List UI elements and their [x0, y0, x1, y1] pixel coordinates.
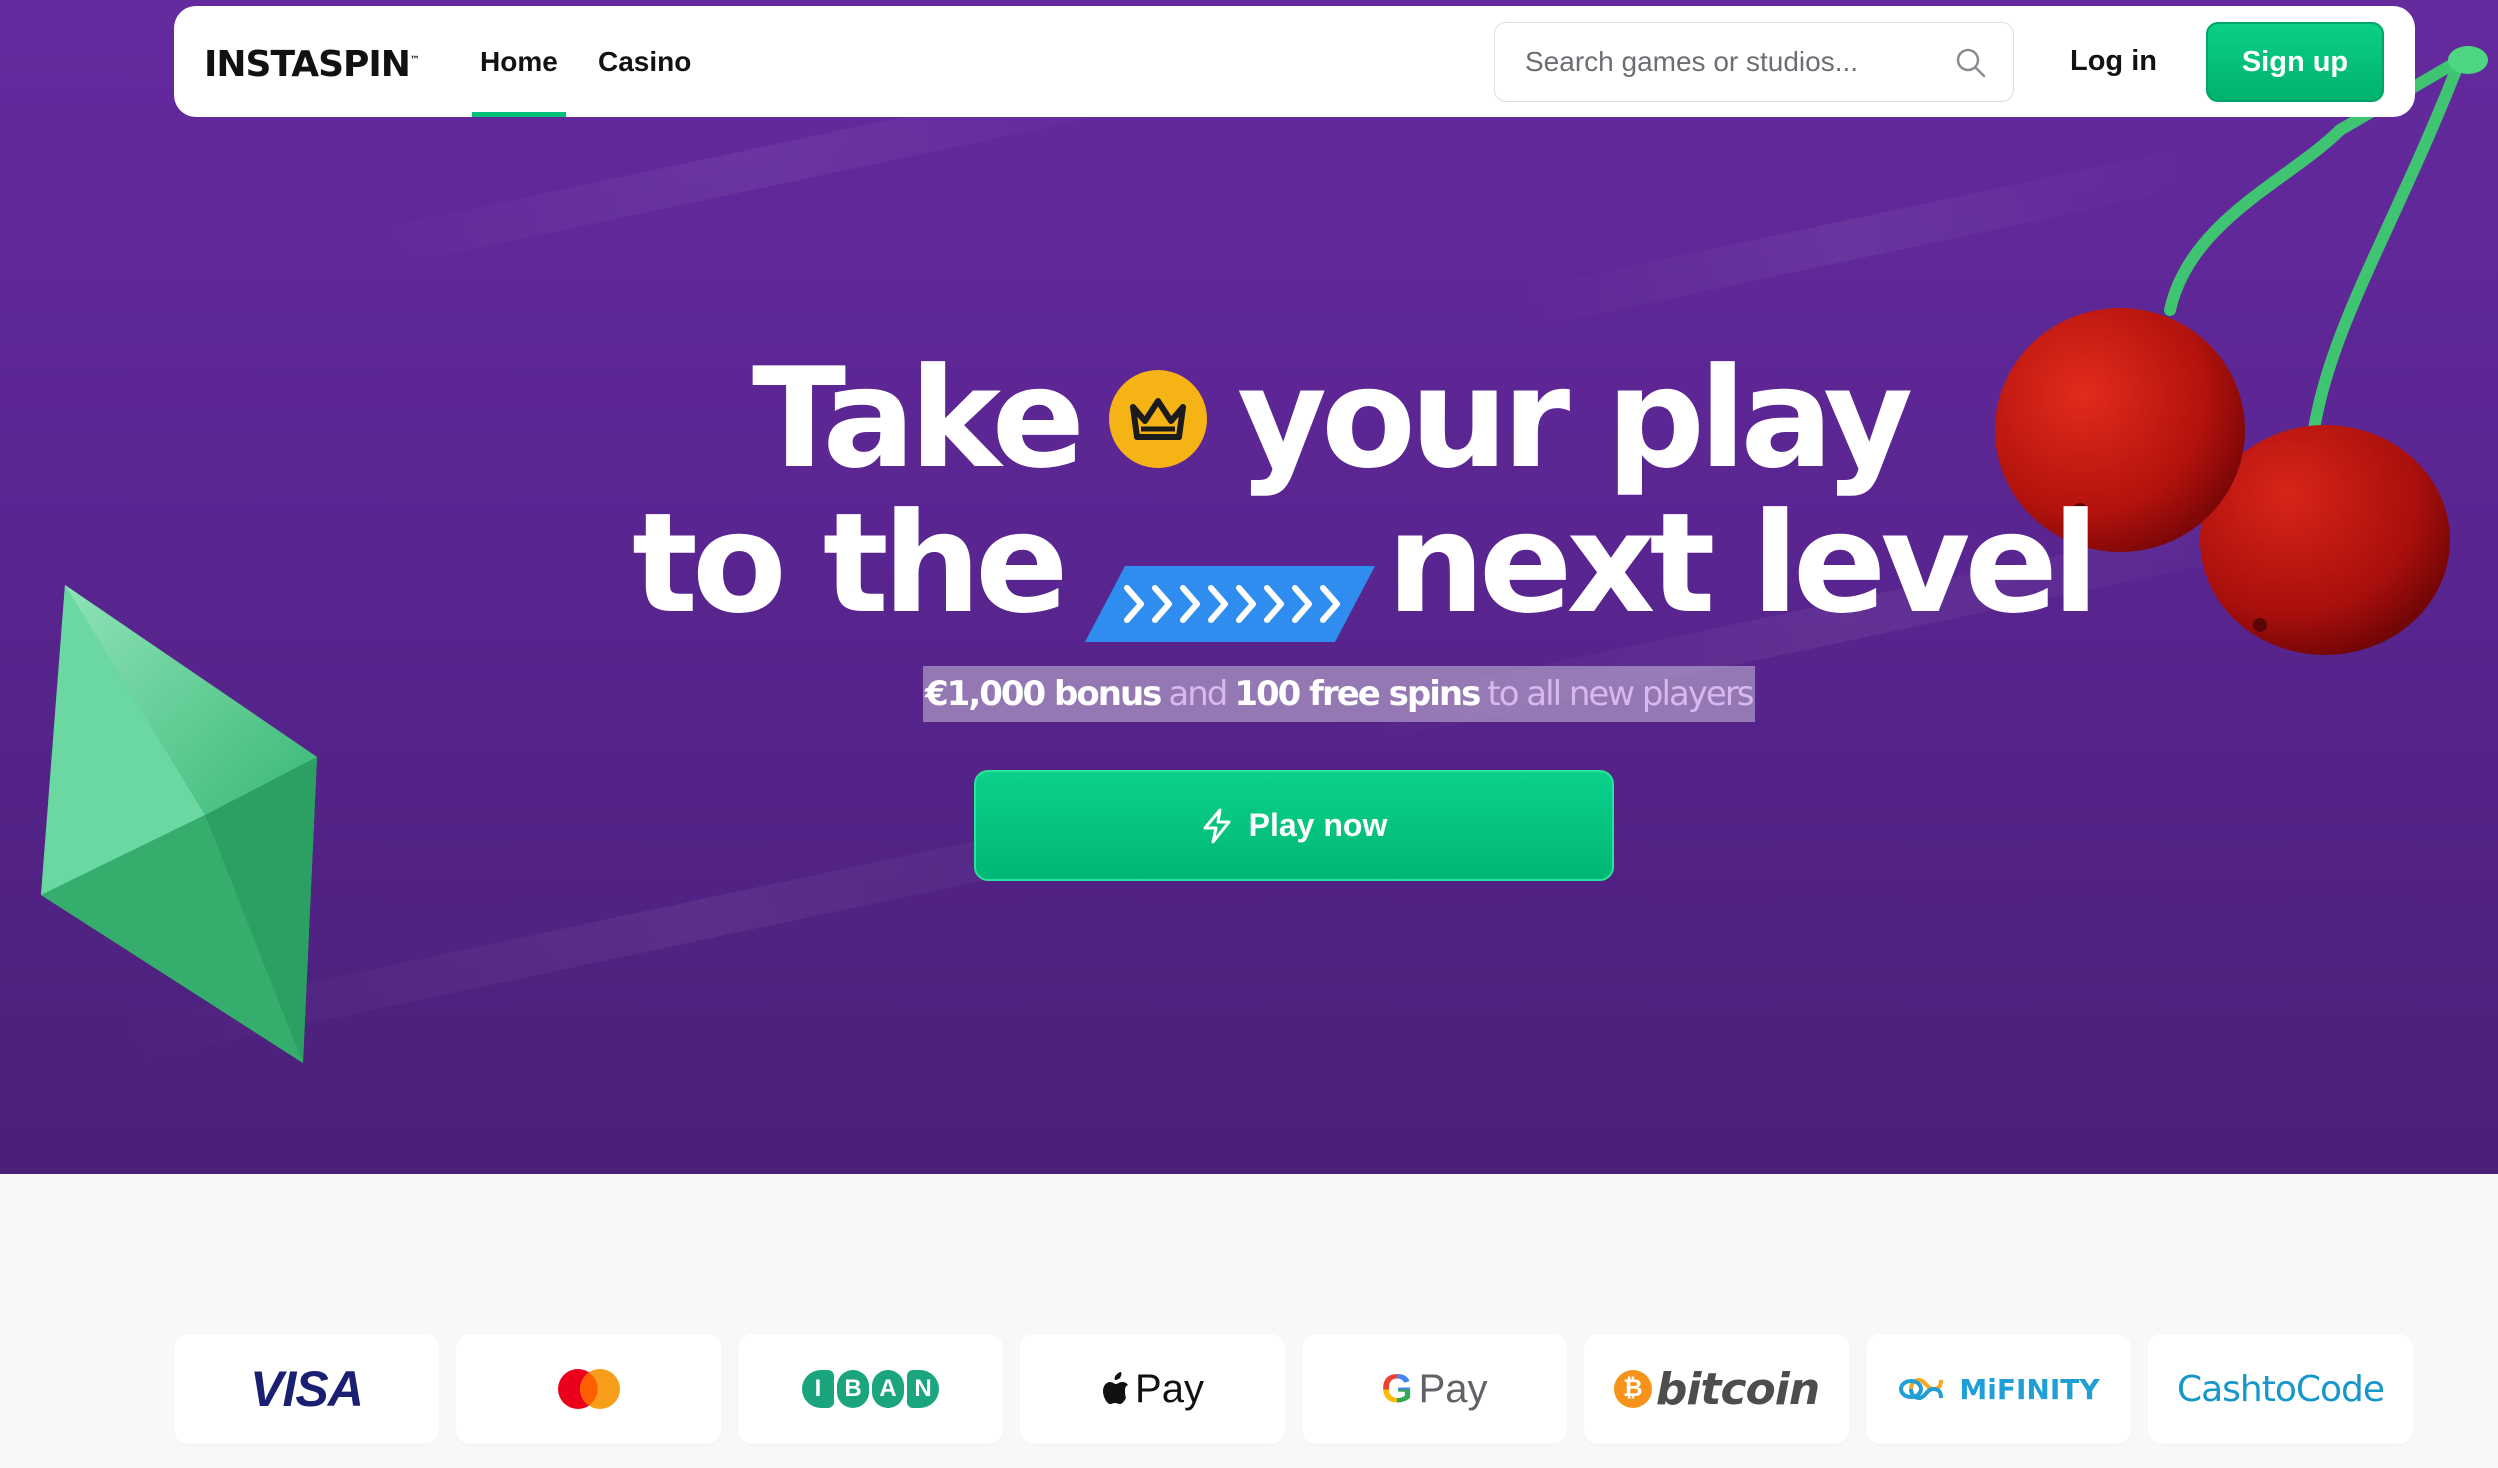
payment-card-iban: I B A N — [738, 1334, 1003, 1444]
headline-text: to the — [632, 483, 1069, 644]
bitcoin-icon: ₿ — [1613, 1370, 1652, 1408]
googlepay-logo: G Pay — [1381, 1367, 1487, 1412]
search-input[interactable] — [1495, 23, 2013, 101]
applepay-logo: Pay — [1101, 1367, 1204, 1412]
chevron-arrows-icon — [1084, 526, 1375, 642]
promo-spins: 100 free spins — [1234, 674, 1481, 714]
iban-letter: N — [907, 1370, 939, 1408]
nav-link-label: Home — [480, 45, 558, 77]
lightning-icon — [1203, 808, 1231, 843]
logo-text: INSTASPIN — [204, 44, 411, 85]
instaspin-logo[interactable]: INSTASPIN™ — [204, 44, 420, 85]
payment-card-cashtocode: CashtoCode — [2148, 1334, 2413, 1444]
visa-logo: VISA — [250, 1361, 364, 1417]
google-g-icon: G — [1381, 1366, 1413, 1411]
iban-letter: I — [802, 1370, 834, 1408]
iban-letter: B — [837, 1370, 869, 1408]
nav-link-label: Casino — [598, 45, 692, 77]
headline-line-2: to the next level — [632, 483, 2100, 644]
search-box — [1494, 22, 2014, 102]
promo-and: and — [1168, 674, 1228, 714]
promo-bonus: €1,000 bonus — [925, 674, 1162, 714]
nav-link-casino[interactable]: Casino — [598, 6, 691, 117]
infinity-icon — [1899, 1377, 1944, 1401]
logo-trademark: ™ — [409, 55, 420, 66]
payment-card-applepay: Pay — [1020, 1334, 1285, 1444]
payment-card-googlepay: G Pay — [1302, 1334, 1567, 1444]
mastercard-logo — [557, 1369, 620, 1409]
headline-text: your play — [1237, 338, 1913, 499]
hero-section: Take your play to the next level €1,000 … — [0, 0, 2498, 1174]
payment-card-mifinity: MiFINITY — [1866, 1334, 2131, 1444]
iban-logo: I B A N — [802, 1370, 939, 1408]
play-now-button[interactable]: Play now — [974, 770, 1614, 881]
promo-rest: to all new players — [1487, 674, 1754, 714]
headline-text: next level — [1386, 483, 2100, 644]
bitcoin-label: bitcoin — [1655, 1363, 1820, 1415]
signup-button[interactable]: Sign up — [2206, 22, 2384, 102]
active-tab-indicator — [472, 112, 566, 117]
nav-link-home[interactable]: Home — [472, 6, 566, 117]
applepay-label: Pay — [1135, 1366, 1204, 1411]
payment-card-bitcoin: ₿ bitcoin — [1584, 1334, 1849, 1444]
search-icon[interactable] — [1955, 47, 1987, 79]
mifinity-logo: MiFINITY — [1897, 1372, 2100, 1406]
payment-methods-row: VISA I B A N Pay G Pay ₿ bitcoin MiFINIT… — [174, 1334, 2415, 1444]
play-now-label: Play now — [1248, 807, 1388, 843]
emerald-gem-illustration — [41, 585, 317, 1063]
promo-text: €1,000 bonus and 100 free spins to all n… — [923, 666, 1755, 722]
headline-line-1: Take your play — [752, 338, 1913, 499]
apple-icon — [1103, 1372, 1129, 1404]
top-navbar: INSTASPIN™ Home Casino Log in Sign up — [174, 6, 2415, 117]
payment-card-visa: VISA — [174, 1334, 439, 1444]
headline-text: Take — [752, 338, 1085, 499]
crown-icon — [1109, 370, 1208, 468]
googlepay-label: Pay — [1418, 1366, 1488, 1411]
iban-letter: A — [872, 1370, 904, 1408]
mifinity-label: MiFINITY — [1959, 1372, 2100, 1406]
cashtocode-logo: CashtoCode — [2176, 1368, 2385, 1410]
payment-card-mastercard — [456, 1334, 721, 1444]
login-link[interactable]: Log in — [2070, 6, 2157, 117]
bitcoin-logo: ₿ bitcoin — [1613, 1363, 1820, 1415]
